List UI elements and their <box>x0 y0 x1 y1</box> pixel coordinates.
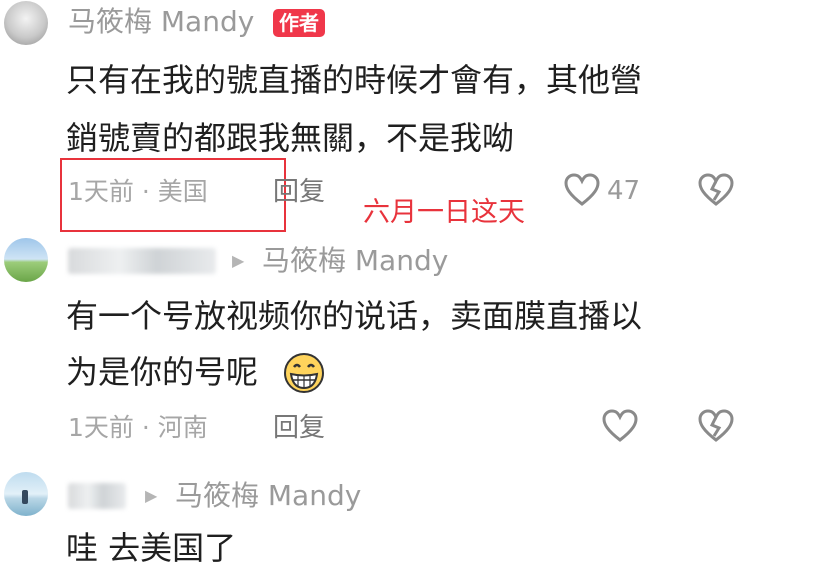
comment-time-location: 1天前 · 河南 <box>68 413 208 442</box>
comment-text-line: 为是你的号呢 <box>66 353 259 391</box>
broken-heart-icon <box>698 409 734 442</box>
reply-arrow-icon: ▶ <box>232 251 245 270</box>
reply-to-name[interactable]: 马筱梅 Mandy <box>175 478 361 514</box>
like-button[interactable] <box>563 172 601 212</box>
comment-time-location: 1天前 · 美国 <box>68 177 208 206</box>
reply-button[interactable]: 回复 <box>273 411 325 445</box>
comment-author-name[interactable]: 马筱梅 Mandy <box>68 4 254 40</box>
avatar-figure <box>22 490 28 504</box>
reply-to-name[interactable]: 马筱梅 Mandy <box>262 243 448 279</box>
like-button[interactable] <box>601 408 639 448</box>
author-badge: 作者 <box>273 9 325 37</box>
heart-icon <box>564 173 600 206</box>
username-blurred[interactable] <box>68 483 126 509</box>
comment-text-line: 只有在我的號直播的時候才會有，其他營 <box>66 61 643 99</box>
avatar[interactable] <box>4 1 48 45</box>
like-count: 47 <box>607 176 641 206</box>
heart-icon <box>602 409 638 442</box>
username-blurred[interactable] <box>68 248 216 274</box>
grinning-face-icon <box>282 351 326 399</box>
reply-arrow-icon: ▶ <box>145 486 158 505</box>
avatar[interactable] <box>4 238 48 282</box>
reply-button[interactable]: 回复 <box>273 175 325 209</box>
annotation-text: 六月一日这天 <box>363 197 525 228</box>
dislike-button[interactable] <box>697 408 735 448</box>
dislike-button[interactable] <box>697 172 735 212</box>
comment-text-line: 有一个号放视频你的说话，卖面膜直播以 <box>66 297 643 335</box>
broken-heart-icon <box>698 173 734 206</box>
